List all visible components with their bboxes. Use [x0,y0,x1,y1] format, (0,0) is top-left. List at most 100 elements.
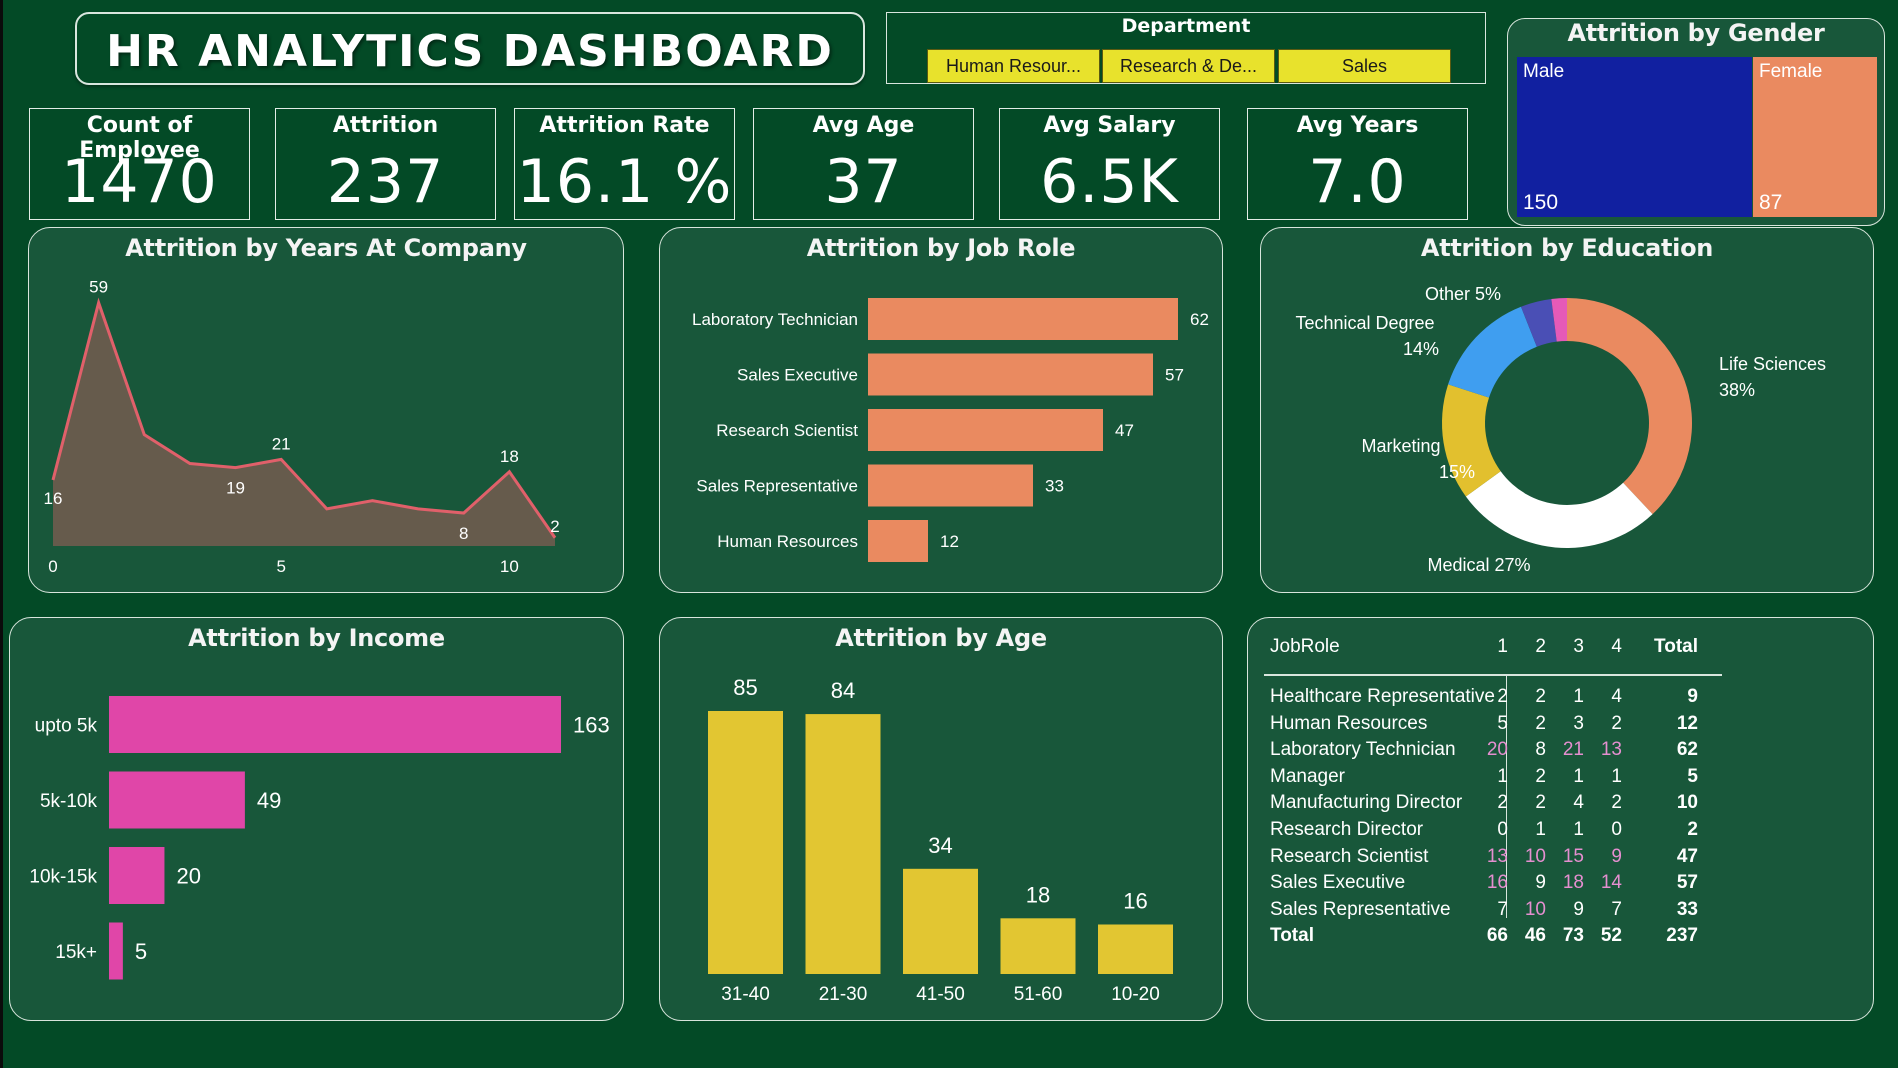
age-chart: 85 31-40 84 21-30 34 41-50 18 51-60 16 10-20 [708,675,1173,1005]
age-bar [1000,918,1076,974]
matrix-row-total: 47 [1676,845,1698,867]
matrix-cell: 4 [1611,686,1622,707]
matrix-header-1[interactable]: 1 [1488,636,1508,658]
dept-option-research-development[interactable]: Research & De... [1102,49,1275,83]
kpi-label: Avg Age [812,113,915,138]
matrix-cell: 1 [1573,686,1584,707]
matrix-cell: 13 [1486,845,1508,867]
matrix-cell: 20 [1486,739,1508,761]
matrix-cell: 9 [1573,898,1584,920]
kpi-label: Attrition Rate [539,113,710,138]
jobrole-category-label: Sales Executive [737,366,858,385]
matrix-cell: 7 [1611,898,1622,920]
dept-option-sales[interactable]: Sales [1278,49,1451,83]
matrix-cell: 2 [1611,792,1622,814]
matrix-cell: 0 [1497,819,1508,840]
matrix-cell: 4 [1573,792,1584,814]
age-bar [1098,924,1173,974]
gender-male-block[interactable]: Male 150 [1517,57,1752,217]
years-data-label: 18 [500,447,519,466]
income-panel: Attrition by Income upto 5k 163 5k-10k 49 10… [9,617,624,1021]
department-slicer: Department Human Resour... Research & De… [886,12,1486,84]
matrix-header-total[interactable]: Total [1630,636,1698,658]
education-slice-pct: 38% [1719,380,1755,400]
kpi-card-attrition: Attrition 237 [275,108,496,220]
jobrole-category-label: Human Resources [717,532,858,551]
matrix-cell: 2 [1611,712,1622,734]
gender-panel-title: Attrition by Gender [1567,19,1825,47]
years-data-label: 19 [226,479,245,498]
matrix-row-label: Research Director [1270,819,1424,840]
jobrole-education-matrix-panel: JobRole 1 2 3 4 Total Healthcare Represe… [1247,617,1874,1021]
jobrole-value-label: 47 [1115,421,1134,440]
kpi-value: 7.0 [1308,147,1407,217]
income-value-label: 20 [176,864,200,889]
years-data-label: 2 [550,517,559,536]
education-slice [1448,306,1537,398]
kpi-card-avg-age: Avg Age 37 [753,108,974,220]
education-slice-name: Technical Degree [1295,313,1434,333]
dept-option-human-resources[interactable]: Human Resour... [927,49,1100,83]
matrix-row-total: 2 [1687,819,1698,840]
matrix-row-label: Total [1270,925,1314,947]
years-at-company-chart: 16 59 21 19 18 8 2 0 5 10 [44,278,560,576]
matrix-header-4[interactable]: 4 [1602,636,1622,658]
gender-female-block[interactable]: Female 87 [1753,57,1877,217]
matrix-row-label: Laboratory Technician [1270,739,1456,761]
years-data-label: 21 [272,434,291,453]
matrix-cell: 2 [1535,765,1546,787]
matrix-header-2[interactable]: 2 [1526,636,1546,658]
jobrole-bar [868,520,928,562]
age-value-label: 84 [831,678,855,703]
matrix-row-total: 57 [1676,872,1698,894]
years-x-tick: 0 [48,557,57,576]
matrix-cell: 2 [1535,792,1546,814]
jobrole-category-label: Sales Representative [696,477,858,496]
income-bar [109,922,123,980]
jobrole-category-label: Research Scientist [716,421,858,440]
education-slice-label: Medical 27% [1427,555,1530,575]
matrix-cell: 2 [1535,712,1546,734]
matrix-row-label: Healthcare Representative [1270,686,1495,707]
department-slicer-title: Department [1121,15,1251,37]
education-slice-name: Marketing [1361,436,1440,456]
gender-male-value: 150 [1523,191,1559,214]
kpi-label: Avg Salary [1043,113,1176,138]
matrix-cell: 9 [1611,845,1622,867]
matrix-cell: 13 [1600,739,1622,761]
matrix-cell: 16 [1486,872,1508,894]
jobrole-bar [868,353,1153,396]
matrix-row-total: 33 [1676,898,1698,920]
income-category-label: 15k+ [55,942,97,963]
matrix-cell: 10 [1524,898,1546,920]
job-role-chart: Laboratory Technician 62 Sales Executive 57… [692,298,1209,562]
matrix-cell: 0 [1611,819,1622,840]
jobrole-value-label: 12 [940,532,959,551]
matrix-row-label: Sales Executive [1270,872,1406,894]
matrix-cell: 52 [1600,925,1622,947]
kpi-value: 1470 [61,147,218,217]
age-bar [708,711,783,974]
years-at-company-panel: Attrition by Years At Company 16 59 21 19 18… [28,227,624,593]
matrix-row-total: 237 [1666,925,1698,947]
matrix-header-jobrole[interactable]: JobRole [1270,636,1340,658]
left-edge [0,0,3,1068]
age-panel: Attrition by Age 85 31-40 84 21-30 34 41-50 18… [659,617,1223,1021]
income-bar [109,696,561,753]
years-data-label: 8 [459,524,468,543]
matrix-cell: 73 [1562,925,1584,947]
education-slice-name: Life Sciences [1719,354,1826,374]
jobrole-bar [868,298,1178,340]
kpi-label: Avg Years [1296,113,1419,138]
jobrole-category-label: Laboratory Technician [692,310,858,329]
jobrole-value-label: 62 [1190,310,1209,329]
kpi-label: Attrition [332,113,439,138]
matrix-header-3[interactable]: 3 [1564,636,1584,658]
matrix-row-label: Manager [1270,765,1345,787]
education-panel: Attrition by Education Life Sciences 38% M… [1260,227,1874,593]
matrix-row-total: 10 [1676,792,1698,814]
age-bar [903,868,978,974]
income-bar [109,771,245,829]
age-category-label: 21-30 [819,984,868,1005]
job-role-panel: Attrition by Job Role Laboratory Technic… [659,227,1223,593]
